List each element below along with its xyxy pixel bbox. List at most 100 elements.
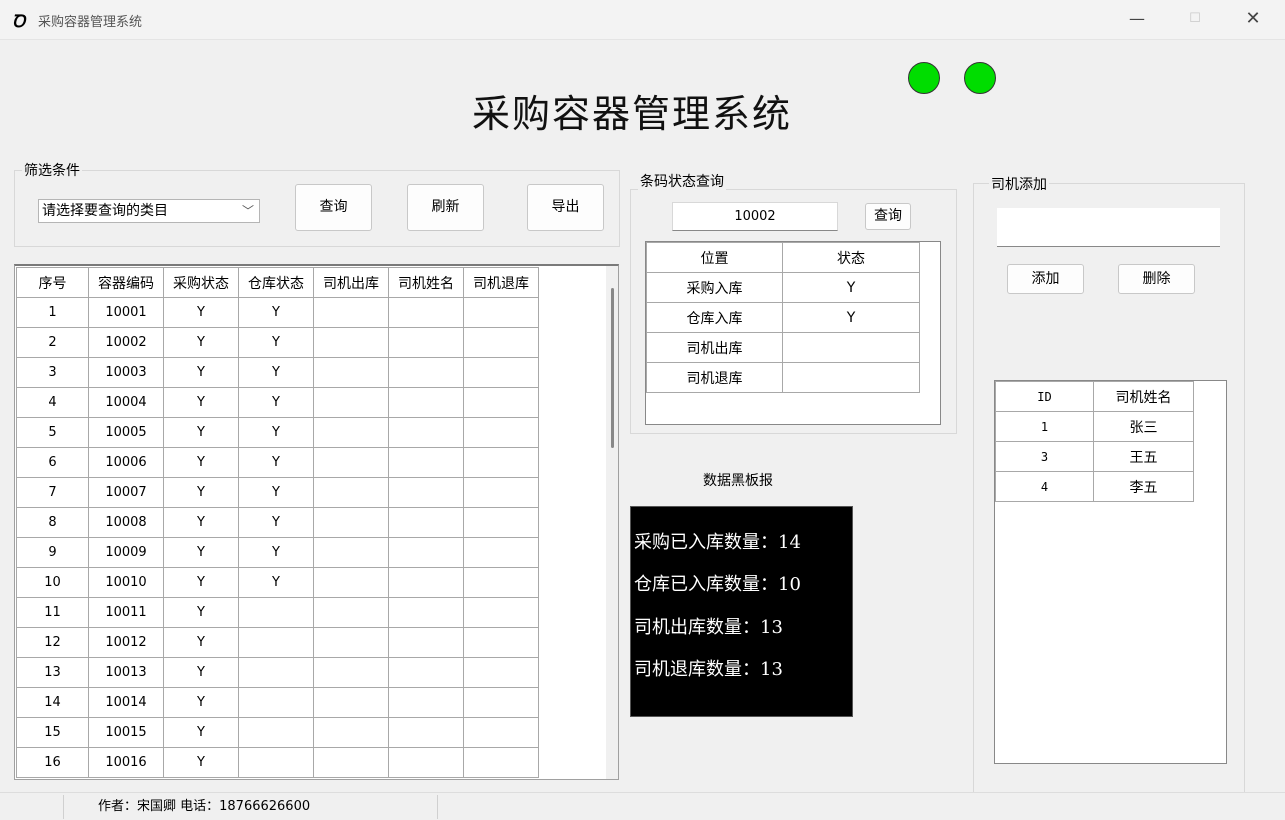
table-cell[interactable]	[388, 507, 464, 538]
table-cell[interactable]: 李五	[1093, 471, 1194, 502]
table-cell[interactable]: Y	[163, 507, 239, 538]
table-cell[interactable]: 司机退库	[646, 362, 783, 393]
table-cell[interactable]: 10004	[88, 387, 164, 418]
table-cell[interactable]	[463, 297, 539, 328]
table-cell[interactable]	[238, 627, 314, 658]
table-cell[interactable]: 2	[16, 327, 89, 358]
table-cell[interactable]	[313, 387, 389, 418]
column-header[interactable]: 位置	[646, 242, 783, 273]
table-cell[interactable]	[313, 507, 389, 538]
column-header[interactable]: 仓库状态	[238, 267, 314, 298]
table-row[interactable]: 4 李五	[995, 471, 1194, 502]
table-cell[interactable]	[463, 447, 539, 478]
table-cell[interactable]: 10012	[88, 627, 164, 658]
table-cell[interactable]	[388, 597, 464, 628]
driver-table[interactable]: ID 司机姓名 1 张三 3 王五 4 李五	[994, 380, 1227, 764]
table-cell[interactable]: 10010	[88, 567, 164, 598]
table-cell[interactable]	[313, 447, 389, 478]
table-cell[interactable]: Y	[163, 477, 239, 508]
maximize-button[interactable]: ☐	[1175, 6, 1215, 34]
table-cell[interactable]	[313, 687, 389, 718]
table-cell[interactable]: 4	[16, 387, 89, 418]
table-cell[interactable]: 7	[16, 477, 89, 508]
table-cell[interactable]: Y	[238, 297, 314, 328]
table-cell[interactable]: 15	[16, 717, 89, 748]
table-cell[interactable]	[463, 597, 539, 628]
table-cell[interactable]: 10014	[88, 687, 164, 718]
barcode-query-button[interactable]: 查询	[865, 203, 911, 230]
table-cell[interactable]: Y	[238, 507, 314, 538]
table-cell[interactable]: 10011	[88, 597, 164, 628]
barcode-status-table[interactable]: 位置 状态 采购入库 Y 仓库入库 Y 司机出库 司机退库	[645, 241, 941, 425]
table-cell[interactable]	[463, 477, 539, 508]
table-row[interactable]: 9 10009 Y Y	[16, 537, 539, 568]
table-cell[interactable]	[388, 627, 464, 658]
table-row[interactable]: 8 10008 Y Y	[16, 507, 539, 538]
table-cell[interactable]: Y	[238, 357, 314, 388]
table-cell[interactable]	[463, 687, 539, 718]
table-cell[interactable]	[463, 417, 539, 448]
table-cell[interactable]	[388, 477, 464, 508]
table-cell[interactable]: Y	[163, 297, 239, 328]
table-row[interactable]: 司机出库	[646, 332, 920, 363]
table-cell[interactable]: 12	[16, 627, 89, 658]
scrollbar-thumb[interactable]	[611, 288, 614, 448]
table-row[interactable]: 16 10016 Y	[16, 747, 539, 778]
table-cell[interactable]: 10	[16, 567, 89, 598]
table-row[interactable]: 仓库入库 Y	[646, 302, 920, 333]
table-cell[interactable]: 6	[16, 447, 89, 478]
table-cell[interactable]: 张三	[1093, 411, 1194, 442]
driver-name-input[interactable]	[997, 208, 1220, 247]
table-cell[interactable]	[313, 537, 389, 568]
table-cell[interactable]: Y	[238, 567, 314, 598]
table-row[interactable]: 7 10007 Y Y	[16, 477, 539, 508]
table-scrollbar[interactable]	[606, 266, 618, 779]
table-cell[interactable]: Y	[238, 477, 314, 508]
table-row[interactable]: 6 10006 Y Y	[16, 447, 539, 478]
table-cell[interactable]: Y	[238, 447, 314, 478]
table-cell[interactable]	[313, 717, 389, 748]
column-header[interactable]: 司机姓名	[1093, 381, 1194, 412]
table-cell[interactable]	[463, 357, 539, 388]
table-cell[interactable]	[238, 717, 314, 748]
table-cell[interactable]: 王五	[1093, 441, 1194, 472]
table-cell[interactable]: Y	[163, 387, 239, 418]
table-cell[interactable]: 10008	[88, 507, 164, 538]
table-cell[interactable]: 10001	[88, 297, 164, 328]
add-driver-button[interactable]: 添加	[1007, 264, 1084, 294]
column-header[interactable]: 采购状态	[163, 267, 239, 298]
table-row[interactable]: 3 王五	[995, 441, 1194, 472]
table-cell[interactable]	[388, 327, 464, 358]
table-row[interactable]: 1 张三	[995, 411, 1194, 442]
column-header[interactable]: 容器编码	[88, 267, 164, 298]
container-table[interactable]: 序号 容器编码 采购状态 仓库状态 司机出库 司机姓名 司机退库 1 10001 Y…	[14, 264, 619, 780]
table-cell[interactable]: Y	[782, 272, 920, 303]
table-cell[interactable]	[313, 597, 389, 628]
table-cell[interactable]	[313, 627, 389, 658]
table-cell[interactable]: 仓库入库	[646, 302, 783, 333]
table-cell[interactable]	[463, 387, 539, 418]
table-cell[interactable]: Y	[163, 717, 239, 748]
table-cell[interactable]: 5	[16, 417, 89, 448]
table-row[interactable]: 采购入库 Y	[646, 272, 920, 303]
table-row[interactable]: 4 10004 Y Y	[16, 387, 539, 418]
table-cell[interactable]	[238, 597, 314, 628]
minimize-button[interactable]: —	[1117, 6, 1157, 34]
table-cell[interactable]: 10015	[88, 717, 164, 748]
table-cell[interactable]: 10007	[88, 477, 164, 508]
table-cell[interactable]	[313, 327, 389, 358]
close-button[interactable]: ✕	[1233, 6, 1273, 34]
column-header[interactable]: 状态	[782, 242, 920, 273]
table-cell[interactable]	[463, 657, 539, 688]
delete-driver-button[interactable]: 删除	[1118, 264, 1195, 294]
table-cell[interactable]	[463, 507, 539, 538]
table-cell[interactable]: 11	[16, 597, 89, 628]
table-row[interactable]: 15 10015 Y	[16, 717, 539, 748]
table-cell[interactable]: Y	[163, 327, 239, 358]
table-cell[interactable]	[313, 567, 389, 598]
refresh-button[interactable]: 刷新	[407, 184, 484, 231]
table-cell[interactable]: Y	[163, 537, 239, 568]
table-cell[interactable]: Y	[163, 447, 239, 478]
table-cell[interactable]	[388, 297, 464, 328]
table-cell[interactable]	[313, 747, 389, 778]
